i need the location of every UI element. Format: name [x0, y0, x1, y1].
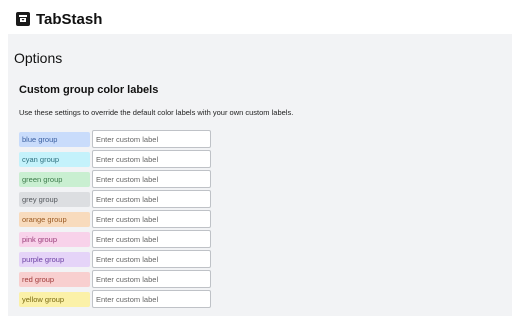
color-label-pink: pink group [19, 231, 90, 247]
custom-label-input-pink[interactable] [92, 230, 211, 248]
color-label-row-blue: blue group [19, 129, 211, 149]
section-title: Custom group color labels [19, 84, 159, 96]
color-label-blue: blue group [19, 131, 90, 147]
tabstash-logo-icon [16, 12, 30, 26]
color-label-red: red group [19, 271, 90, 287]
color-label-row-grey: grey group [19, 189, 211, 209]
color-label-row-pink: pink group [19, 229, 211, 249]
color-label-row-orange: orange group [19, 209, 211, 229]
color-label-row-red: red group [19, 269, 211, 289]
color-label-row-green: green group [19, 169, 211, 189]
color-label-green: green group [19, 171, 90, 187]
custom-label-input-yellow[interactable] [92, 290, 211, 308]
page-title: Options [14, 50, 63, 66]
section-description: Use these settings to override the defau… [19, 108, 294, 117]
color-label-orange: orange group [19, 211, 90, 227]
color-label-list: blue group cyan group green group grey g… [19, 129, 211, 309]
custom-label-input-cyan[interactable] [92, 150, 211, 168]
color-label-row-yellow: yellow group [19, 289, 211, 309]
custom-label-input-purple[interactable] [92, 250, 211, 268]
options-page: Options Custom group color labels Use th… [8, 34, 512, 316]
color-label-row-cyan: cyan group [19, 149, 211, 169]
color-label-grey: grey group [19, 191, 90, 207]
custom-label-input-red[interactable] [92, 270, 211, 288]
custom-label-input-grey[interactable] [92, 190, 211, 208]
app-header: TabStash [8, 4, 512, 34]
color-label-yellow: yellow group [19, 291, 90, 307]
color-label-purple: purple group [19, 251, 90, 267]
color-label-row-purple: purple group [19, 249, 211, 269]
color-label-cyan: cyan group [19, 151, 90, 167]
custom-label-input-green[interactable] [92, 170, 211, 188]
app-title: TabStash [36, 10, 103, 28]
custom-label-input-orange[interactable] [92, 210, 211, 228]
custom-label-input-blue[interactable] [92, 130, 211, 148]
